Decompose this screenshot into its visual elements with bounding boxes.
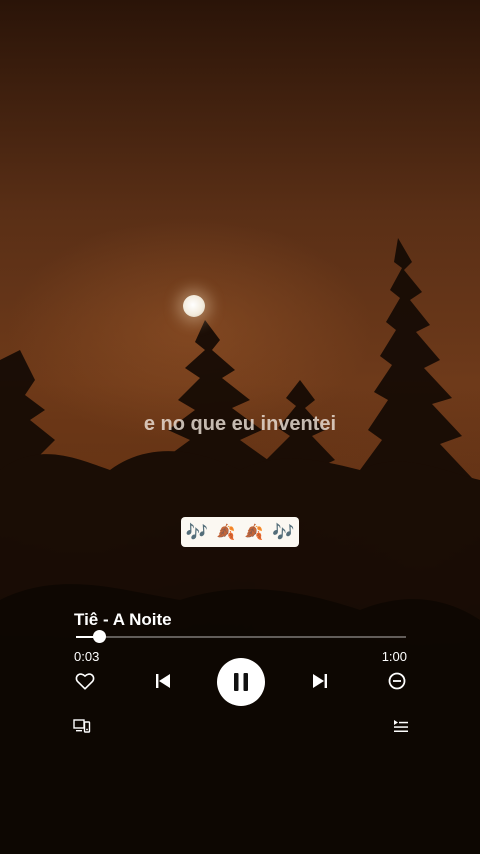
moon xyxy=(183,295,205,317)
like-button[interactable] xyxy=(74,670,96,692)
fallen-leaf-emoji: 🍂 xyxy=(216,524,236,541)
progress-track xyxy=(76,636,406,638)
emoji-sticker: 🎶 🍂 🍂 🎶 xyxy=(181,517,299,547)
lyric-line: e no que eu inventei xyxy=(143,413,337,435)
player-screen: e no que eu inventei 🎶 🍂 🍂 🎶 Tiê - A Noi… xyxy=(0,0,480,854)
queue-icon xyxy=(394,720,408,732)
fallen-leaf-emoji: 🍂 xyxy=(244,524,264,541)
music-notes-emoji: 🎶 xyxy=(272,521,295,542)
remove-button[interactable] xyxy=(387,671,407,691)
connect-device-button[interactable] xyxy=(72,717,92,735)
minus-circle-icon xyxy=(388,672,406,690)
heart-icon xyxy=(75,673,95,690)
previous-button[interactable] xyxy=(153,671,173,691)
skip-previous-icon xyxy=(156,674,170,688)
progress-bar[interactable] xyxy=(76,630,406,643)
play-pause-button[interactable] xyxy=(217,658,265,706)
next-button[interactable] xyxy=(310,671,330,691)
connect-device-icon xyxy=(73,719,91,733)
elapsed-time: 0:03 xyxy=(74,649,100,664)
track-title: Tiê - A Noite xyxy=(74,610,172,629)
progress-knob[interactable] xyxy=(93,630,107,643)
queue-button[interactable] xyxy=(391,717,411,735)
skip-next-icon xyxy=(313,674,327,688)
music-notes-emoji: 🎶 xyxy=(185,521,208,542)
pause-icon xyxy=(234,673,248,691)
total-duration: 1:00 xyxy=(381,649,407,664)
